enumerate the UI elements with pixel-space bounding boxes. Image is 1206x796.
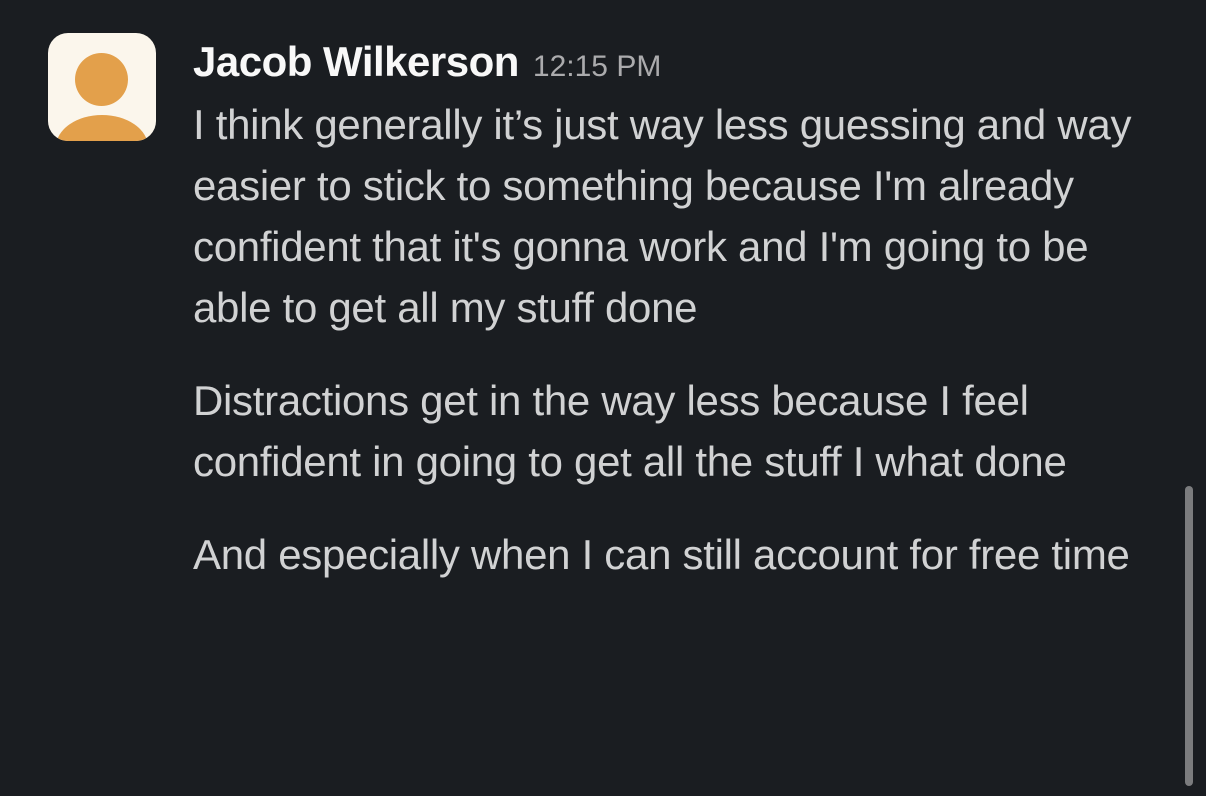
message-paragraph-3: And especially when I can still account … — [193, 531, 1130, 578]
message-paragraph-2: Distractions get in the way less because… — [193, 377, 1067, 485]
avatar-body — [56, 115, 148, 141]
scrollbar-thumb[interactable] — [1185, 486, 1193, 786]
message-content: Jacob Wilkerson 12:15 PM I think general… — [193, 38, 1168, 585]
message-paragraph-1: I think generally it’s just way less gue… — [193, 101, 1132, 331]
message-header: Jacob Wilkerson 12:15 PM — [193, 38, 1168, 94]
author-name[interactable]: Jacob Wilkerson — [193, 38, 519, 86]
avatar-head — [75, 53, 128, 106]
message: Jacob Wilkerson 12:15 PM I think general… — [0, 0, 1206, 796]
user-avatar-icon[interactable] — [48, 33, 156, 141]
message-timestamp[interactable]: 12:15 PM — [533, 50, 661, 84]
